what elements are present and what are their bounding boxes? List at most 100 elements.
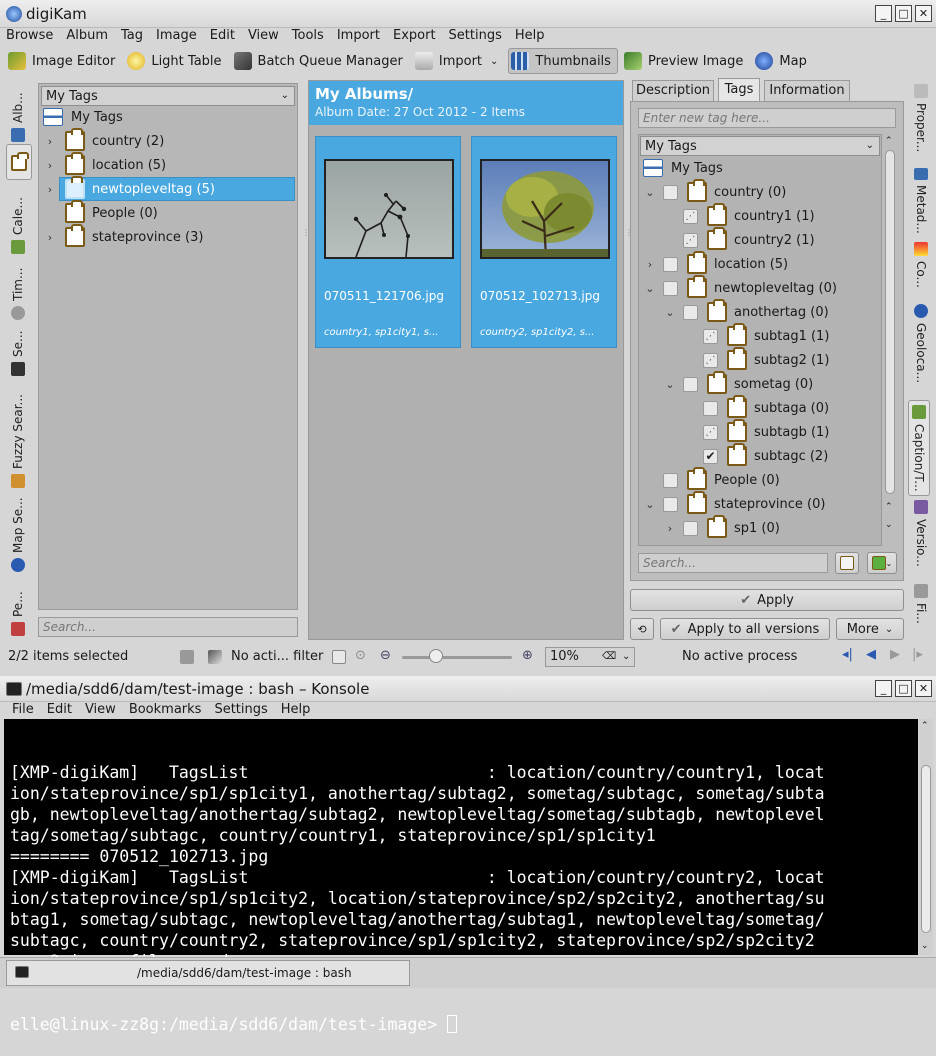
menu-help[interactable]: Help [281,702,311,717]
fit-icon[interactable] [332,650,346,664]
chevron-right-icon[interactable]: › [43,159,57,172]
assign-tree-item[interactable]: ⌄ stateprovince (0) [643,491,825,515]
tab-calendar[interactable]: Cale... [7,186,29,254]
zoom-reset-icon[interactable]: ⊙ [355,648,366,663]
assign-tag-combo[interactable]: My Tags ⌄ [640,136,880,156]
tab-information[interactable]: Information [764,80,850,102]
apply-all-versions-button[interactable]: ✔ Apply to all versions [660,618,830,640]
tab-colors[interactable]: Co... [910,242,932,292]
tab-fuzzy-searches[interactable]: Fuzzy Sear... [7,382,29,488]
chevron-right-icon[interactable]: › [643,258,657,271]
menu-export[interactable]: Export [393,28,436,43]
scroll-up-icon[interactable]: ⌃ [921,721,929,731]
tab-map-searches[interactable]: Map Se... [7,494,29,572]
maximize-button[interactable]: □ [895,680,912,697]
chevron-down-icon[interactable]: ⌄ [663,306,677,319]
tag-tree-item[interactable]: › country (2) [43,128,164,152]
tab-searches[interactable]: Se... [7,326,29,376]
tag-checkbox[interactable] [683,376,698,392]
assign-tree-item[interactable]: › sp1 (0) [663,515,780,539]
new-tag-input[interactable]: Enter new tag here... [638,108,896,128]
minimize-button[interactable]: _ [875,5,892,22]
assign-tree-item[interactable]: ⋰ subtag1 (1) [683,323,829,347]
tag-check-button[interactable] [835,552,859,574]
light-table-button[interactable]: Light Table [125,48,227,74]
tab-people[interactable]: Pe... [7,580,29,636]
zoom-slider-track[interactable] [402,656,512,659]
chevron-right-icon[interactable]: › [43,183,57,196]
tab-filters[interactable]: Fi... [910,584,932,632]
assign-tree-root[interactable]: My Tags [643,157,723,179]
apply-button[interactable]: ✔ Apply [630,589,904,611]
assign-tree-item[interactable]: People (0) [643,467,780,491]
assign-tree-item[interactable]: ⋰ subtagb (1) [683,419,829,443]
tag-tree-item[interactable]: › location (5) [43,152,166,176]
tag-tree-root[interactable]: My Tags [43,106,123,128]
menu-settings[interactable]: Settings [214,702,267,717]
thumbnail-item[interactable]: 070512_102713.jpg country2, sp1city2, s.… [471,136,617,348]
tag-checkbox[interactable]: ⋰ [703,328,718,344]
chevron-down-icon[interactable]: ⌄ [643,282,657,295]
menu-settings[interactable]: Settings [449,28,502,43]
scroll-up-icon[interactable]: ⌃ [885,502,893,512]
maximize-button[interactable]: □ [895,5,912,22]
thumbnails-button[interactable]: Thumbnails [508,48,618,74]
tag-checkbox[interactable] [683,520,698,536]
chevron-right-icon[interactable]: › [43,231,57,244]
assign-tree-item[interactable]: ⋰ country2 (1) [663,227,815,251]
tag-tree-item[interactable]: › stateprovince (3) [43,224,203,248]
preview-image-button[interactable]: Preview Image [622,48,749,74]
tag-checkbox[interactable]: ⋰ [703,424,718,440]
zoom-in-icon[interactable]: ⊕ [522,648,533,663]
scroll-up-icon[interactable]: ⌃ [885,136,893,146]
menu-edit[interactable]: Edit [47,702,72,717]
menu-import[interactable]: Import [337,28,380,43]
import-dropdown-icon[interactable]: ⌄ [490,56,498,67]
chevron-right-icon[interactable]: › [663,522,677,535]
assign-tree-item[interactable]: › location (5) [643,251,788,275]
tab-tags[interactable] [6,144,32,180]
tag-options-button[interactable]: ⌄ [867,552,897,574]
terminal-scrollbar[interactable]: ⌃ ⌄ [919,719,933,955]
menu-browse[interactable]: Browse [6,28,53,43]
menu-bookmarks[interactable]: Bookmarks [129,702,202,717]
tag-checkbox[interactable] [663,256,678,272]
assign-tree-item[interactable]: ⋰ subtag2 (1) [683,347,829,371]
tab-versions[interactable]: Versio... [910,500,932,572]
clear-icon[interactable]: ⌫ [602,648,616,666]
tag-tree-item-selected[interactable]: › newtopleveltag (5) [43,176,215,200]
tag-checkbox[interactable]: ⋰ [683,208,698,224]
filter-reset-icon[interactable] [180,650,194,664]
scroll-down-icon[interactable]: ⌄ [885,520,893,530]
menu-image[interactable]: Image [156,28,197,43]
tag-checkbox[interactable] [703,400,718,416]
menu-album[interactable]: Album [66,28,108,43]
menu-tag[interactable]: Tag [121,28,143,43]
tree-scrollbar[interactable]: ⌃ ⌃ ⌄ [883,134,897,546]
first-item-icon[interactable]: ◂| [842,647,853,662]
tag-tree-combo[interactable]: My Tags ⌄ [41,86,295,106]
assign-tree-item[interactable]: ⌄ sometag (0) [663,371,813,395]
scrollbar-thumb[interactable] [921,765,931,933]
tag-checkbox[interactable]: ✔ [703,448,718,464]
menu-edit[interactable]: Edit [210,28,235,43]
assign-tree-item[interactable]: ⋰ country1 (1) [663,203,815,227]
minimize-button[interactable]: _ [875,680,892,697]
close-button[interactable]: ✕ [915,680,932,697]
thumbnail-item[interactable]: 070511_121706.jpg country1, sp1city1, s.… [315,136,461,348]
scrollbar-thumb[interactable] [885,150,895,494]
revert-button[interactable]: ⟲ [630,618,654,640]
assign-tag-search[interactable]: Search... [638,553,828,573]
assign-tree-item[interactable]: ⌄ country (0) [643,179,786,203]
tag-checkbox[interactable] [663,496,678,512]
map-button[interactable]: Map [753,48,812,74]
tag-checkbox[interactable] [683,304,698,320]
assign-tree-item[interactable]: ⌄ anothertag (0) [663,299,829,323]
assign-tree-item[interactable]: ✔ subtagc (2) [683,443,828,467]
next-item-icon[interactable]: ▶ [890,647,900,662]
tab-description[interactable]: Description [632,80,714,102]
image-editor-button[interactable]: Image Editor [6,48,121,74]
tag-search-input[interactable]: Search... [38,617,298,637]
zoom-out-icon[interactable]: ⊖ [380,648,391,663]
chevron-down-icon[interactable]: ⌄ [643,498,657,511]
